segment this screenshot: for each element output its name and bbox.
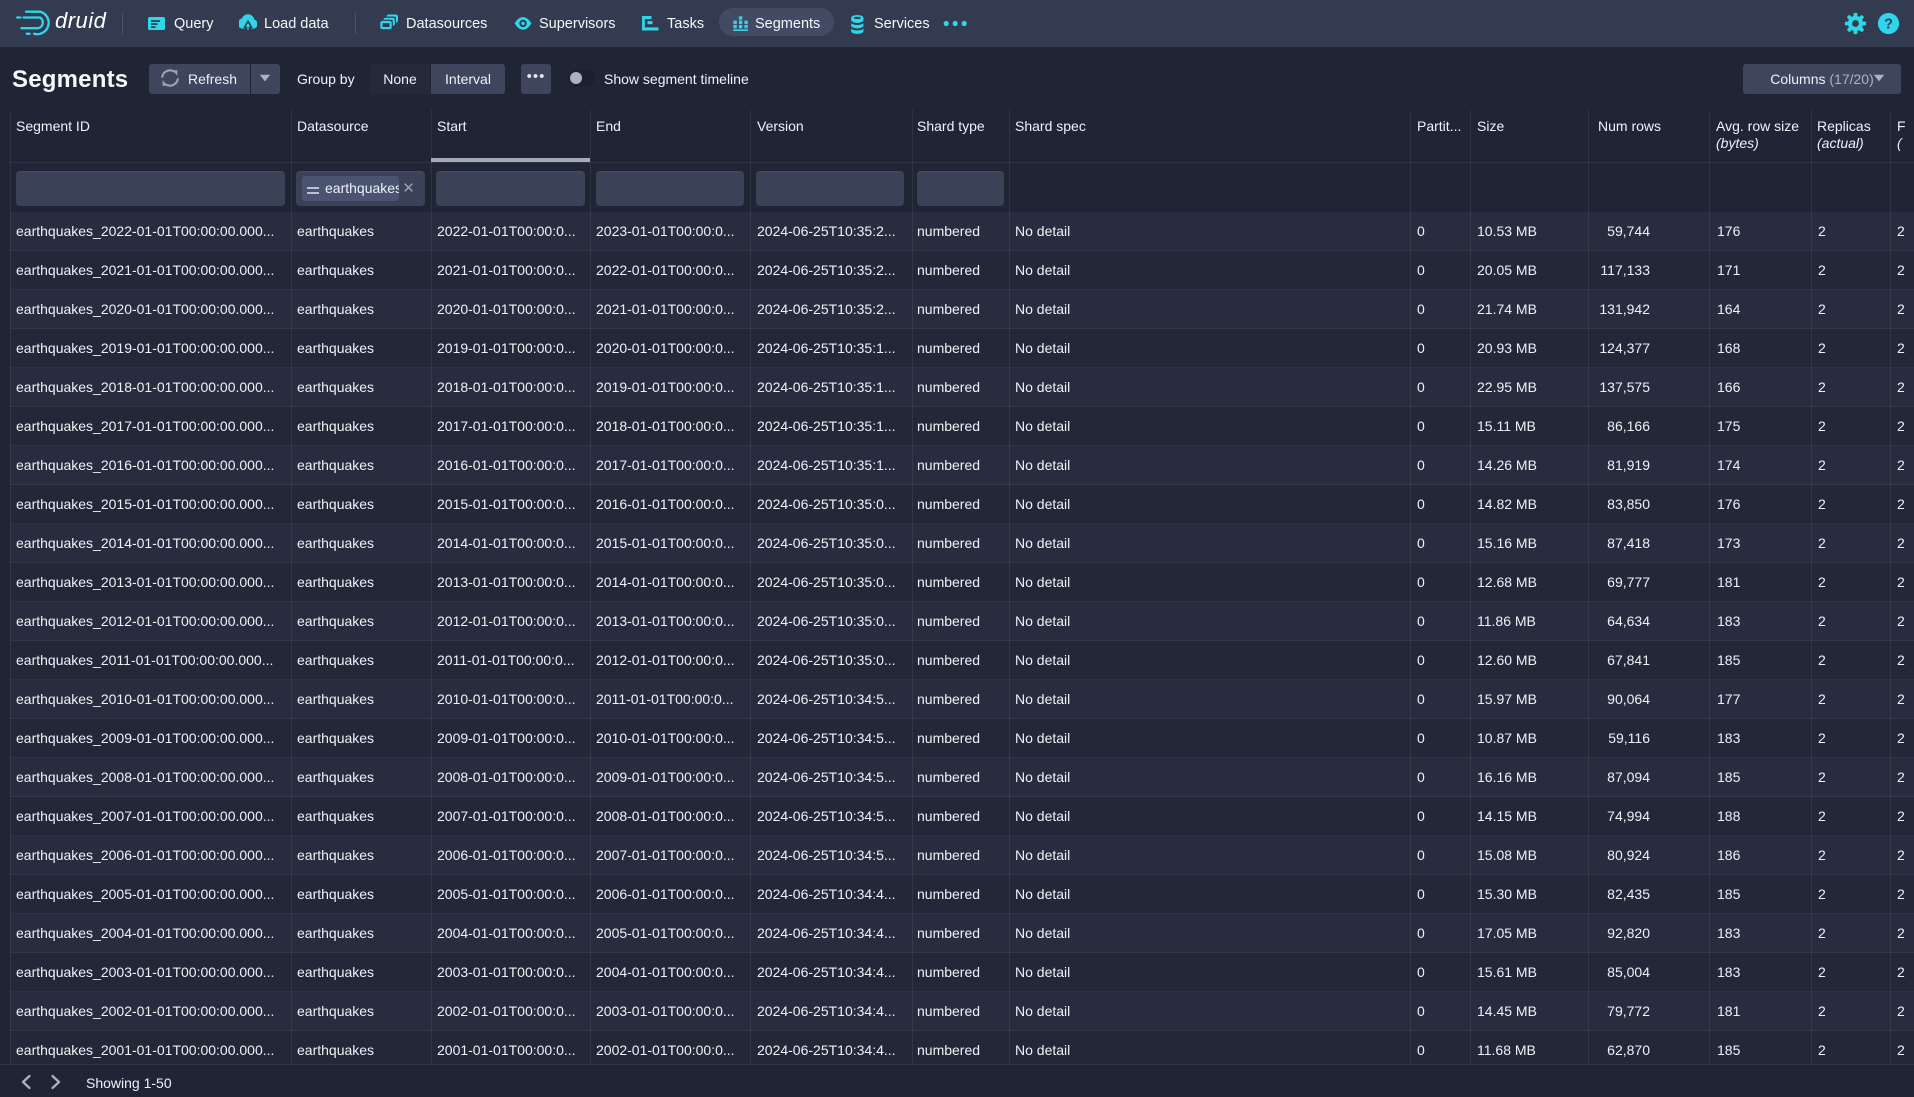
svg-text:?: ? — [1884, 16, 1893, 32]
